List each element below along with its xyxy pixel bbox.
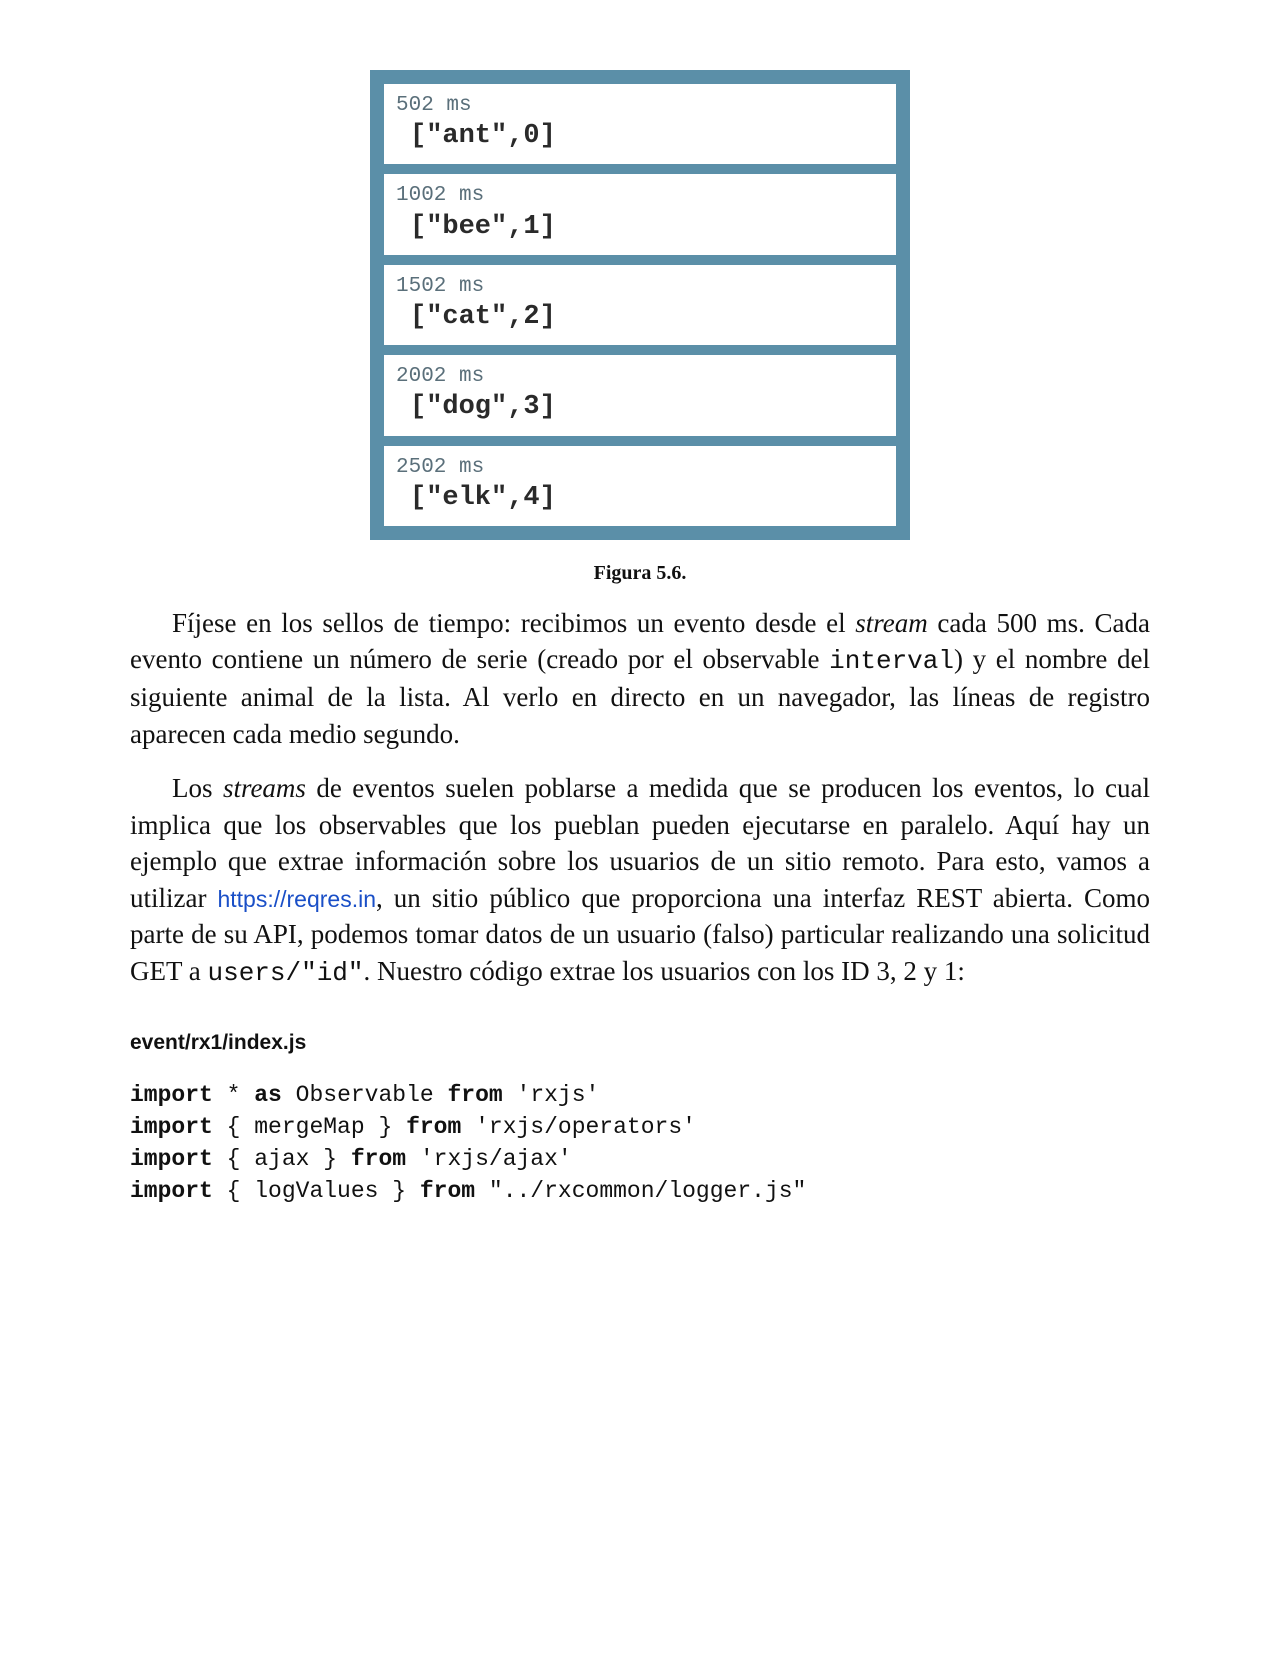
page: 502 ms ["ant",0] 1002 ms ["bee",1] 1502 …: [130, 0, 1150, 1287]
text: Fíjese en los sellos de tiempo: recibimo…: [172, 608, 855, 638]
code-file-path: event/rx1/index.js: [130, 1031, 1150, 1055]
stream-timestamp: 502 ms: [396, 92, 884, 119]
code-text: { ajax }: [213, 1146, 351, 1172]
stream-value: ["dog",3]: [396, 390, 884, 425]
code-text: { mergeMap }: [213, 1114, 406, 1140]
keyword-as: as: [254, 1082, 282, 1108]
keyword-from: from: [420, 1178, 475, 1204]
keyword-from: from: [351, 1146, 406, 1172]
stream-timestamp: 1002 ms: [396, 182, 884, 209]
code-text: 'rxjs/operators': [461, 1114, 696, 1140]
stream-value: ["cat",2]: [396, 300, 884, 335]
keyword-from: from: [406, 1114, 461, 1140]
code-text: *: [213, 1082, 254, 1108]
link-reqres[interactable]: https://reqres.in: [217, 886, 376, 912]
code-text: 'rxjs': [503, 1082, 600, 1108]
stream-log-item: 502 ms ["ant",0]: [384, 84, 896, 164]
stream-timestamp: 2502 ms: [396, 454, 884, 481]
code-text: "../rxcommon/logger.js": [475, 1178, 806, 1204]
text: . Nuestro código extrae los usuarios con…: [364, 956, 965, 986]
stream-timestamp: 2002 ms: [396, 363, 884, 390]
keyword-from: from: [448, 1082, 503, 1108]
figure-caption: Figura 5.6.: [130, 562, 1150, 585]
stream-log-panel: 502 ms ["ant",0] 1002 ms ["bee",1] 1502 …: [370, 70, 910, 540]
stream-log-item: 2502 ms ["elk",4]: [384, 446, 896, 526]
stream-log-item: 2002 ms ["dog",3]: [384, 355, 896, 435]
keyword-import: import: [130, 1114, 213, 1140]
emphasis-streams: streams: [223, 773, 306, 803]
text: Los: [172, 773, 223, 803]
figure-5-6: 502 ms ["ant",0] 1002 ms ["bee",1] 1502 …: [130, 70, 1150, 585]
code-text: 'rxjs/ajax': [406, 1146, 572, 1172]
keyword-import: import: [130, 1082, 213, 1108]
paragraph-2: Los streams de eventos suelen poblarse a…: [130, 770, 1150, 990]
code-users-id: users/"id": [207, 958, 363, 988]
code-block: import * as Observable from 'rxjs' impor…: [130, 1079, 1150, 1208]
code-text: Observable: [282, 1082, 448, 1108]
stream-value: ["elk",4]: [396, 481, 884, 516]
stream-value: ["bee",1]: [396, 210, 884, 245]
stream-timestamp: 1502 ms: [396, 273, 884, 300]
code-interval: interval: [829, 646, 954, 676]
emphasis-stream: stream: [855, 608, 928, 638]
keyword-import: import: [130, 1146, 213, 1172]
code-text: { logValues }: [213, 1178, 420, 1204]
stream-value: ["ant",0]: [396, 119, 884, 154]
paragraph-1: Fíjese en los sellos de tiempo: recibimo…: [130, 605, 1150, 752]
keyword-import: import: [130, 1178, 213, 1204]
stream-log-item: 1002 ms ["bee",1]: [384, 174, 896, 254]
stream-log-item: 1502 ms ["cat",2]: [384, 265, 896, 345]
